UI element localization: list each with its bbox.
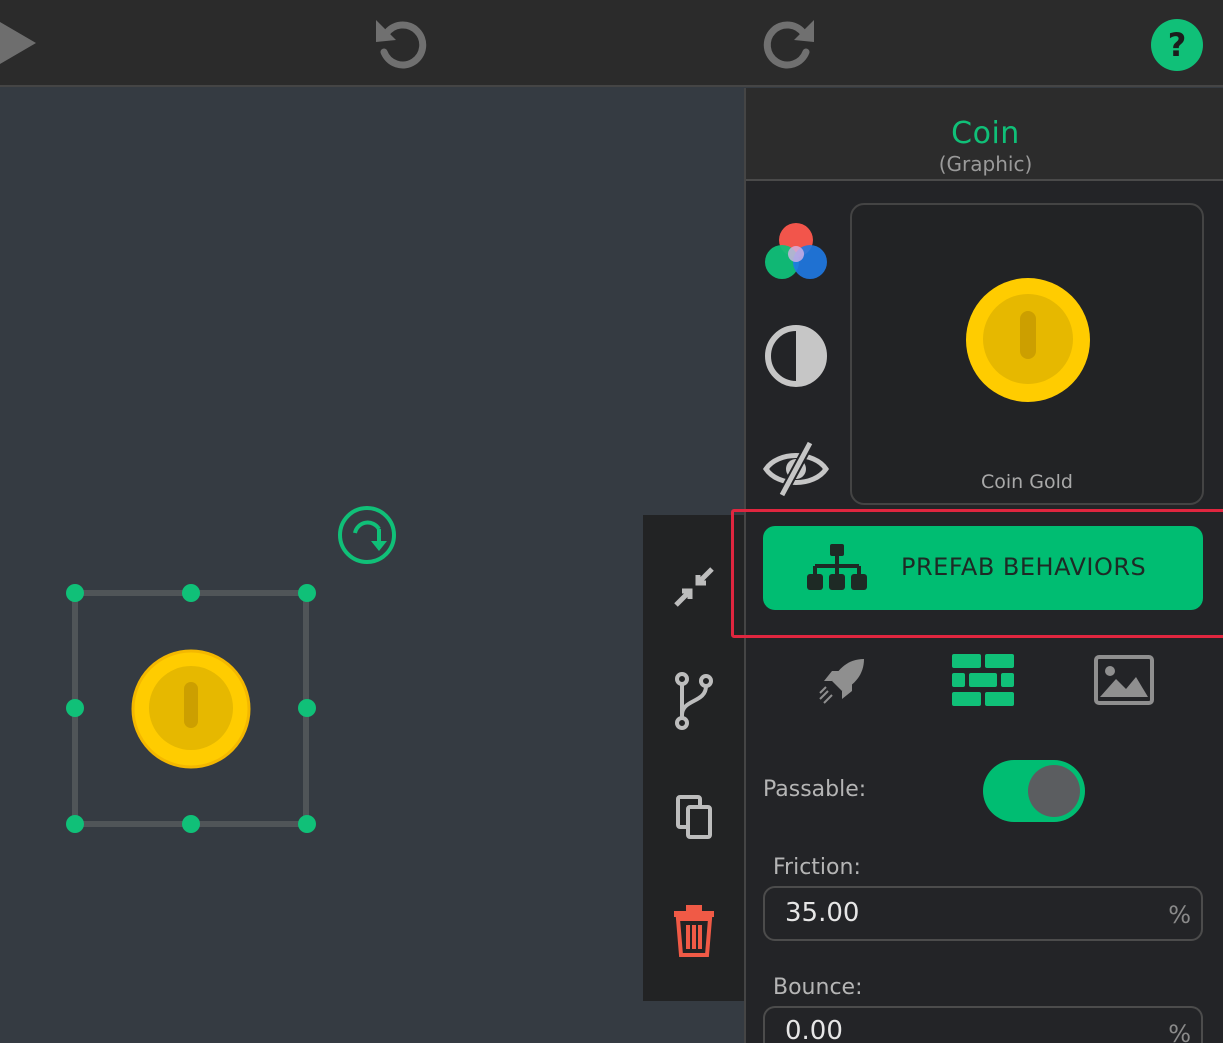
toggle-knob xyxy=(1028,765,1080,817)
copy-tool[interactable] xyxy=(643,767,744,867)
bounce-input[interactable]: 0.00 % xyxy=(763,1006,1203,1043)
coin-preview-image xyxy=(966,278,1090,402)
bricks-icon[interactable] xyxy=(952,654,1014,706)
friction-label: Friction: xyxy=(773,855,861,880)
bounce-value: 0.00 xyxy=(785,1016,843,1043)
sprite-preview[interactable]: Coin Gold xyxy=(850,203,1204,505)
contrast-icon[interactable] xyxy=(762,322,830,390)
object-title: Coin xyxy=(951,116,1020,151)
hierarchy-icon xyxy=(807,544,867,590)
trash-icon xyxy=(673,905,714,957)
branch-icon xyxy=(674,672,713,730)
top-toolbar: ? xyxy=(0,0,1223,87)
rocket-icon[interactable] xyxy=(818,655,868,705)
friction-unit: % xyxy=(1168,901,1191,929)
play-icon[interactable] xyxy=(0,22,40,64)
prefab-behaviors-button[interactable]: PREFAB BEHAVIORS xyxy=(763,526,1203,610)
redo-icon[interactable] xyxy=(760,16,818,72)
shrink-icon xyxy=(673,567,714,607)
passable-label: Passable: xyxy=(763,777,867,802)
bounce-unit: % xyxy=(1168,1020,1191,1043)
bounce-label: Bounce: xyxy=(773,975,863,1000)
copy-icon xyxy=(675,795,712,839)
selection-box[interactable] xyxy=(64,582,320,838)
visibility-off-icon[interactable] xyxy=(762,435,830,503)
inspector-header: Coin (Graphic) xyxy=(746,88,1223,181)
branch-tool[interactable] xyxy=(643,651,744,751)
help-icon[interactable]: ? xyxy=(1150,18,1204,72)
coin-sprite[interactable] xyxy=(131,649,251,769)
scene-canvas[interactable] xyxy=(0,88,744,1043)
svg-text:?: ? xyxy=(1168,26,1187,64)
color-palette-icon[interactable] xyxy=(762,218,830,286)
undo-icon[interactable] xyxy=(372,16,430,72)
delete-tool[interactable] xyxy=(643,880,744,980)
prefab-behaviors-label: PREFAB BEHAVIORS xyxy=(901,553,1147,581)
friction-value: 35.00 xyxy=(785,898,860,928)
shrink-tool[interactable] xyxy=(643,537,744,637)
passable-toggle[interactable] xyxy=(983,760,1085,822)
sprite-name: Coin Gold xyxy=(981,471,1073,493)
object-type: (Graphic) xyxy=(938,152,1033,176)
image-icon[interactable] xyxy=(1094,655,1154,705)
friction-input[interactable]: 35.00 % xyxy=(763,886,1203,941)
rotate-handle-icon[interactable] xyxy=(335,503,399,567)
object-tools xyxy=(643,515,744,1001)
